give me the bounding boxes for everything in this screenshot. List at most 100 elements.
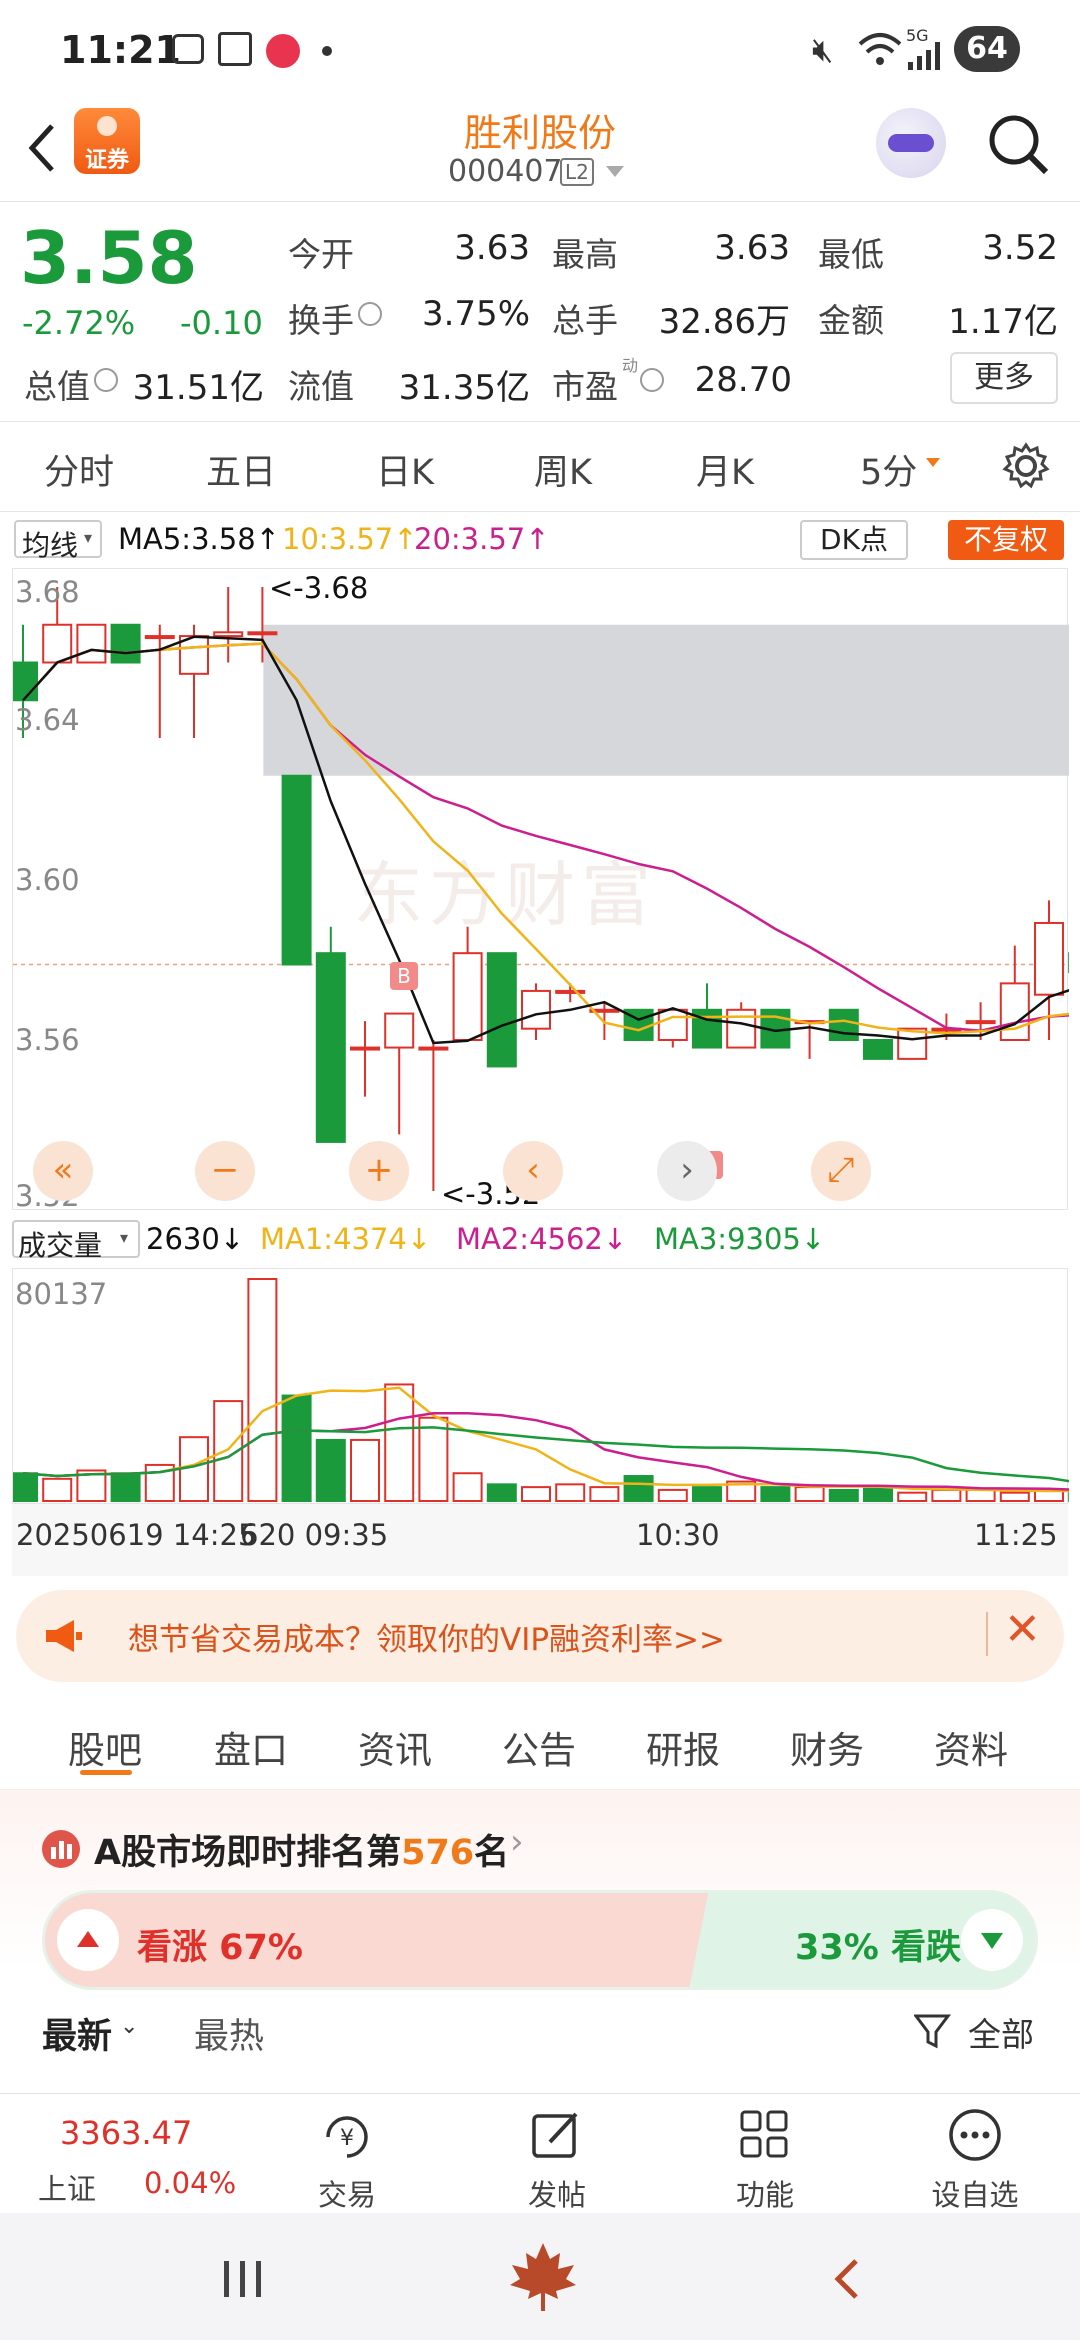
bullish-button[interactable] bbox=[57, 1909, 119, 1971]
candle bbox=[897, 1027, 928, 1060]
vol-ma3-arrow-icon: ↓ bbox=[800, 1222, 826, 1256]
tab-news[interactable]: 资讯 bbox=[358, 1720, 432, 1774]
nav-post[interactable]: 发帖 bbox=[482, 2094, 632, 2214]
ranking-prefix: A股市场即时排名第 bbox=[94, 1833, 402, 1873]
amount-label: 金额 bbox=[818, 301, 884, 340]
nav-trade[interactable]: ¥ 交易 bbox=[272, 2094, 422, 2214]
volume-chart[interactable]: 80137 bbox=[12, 1268, 1069, 1504]
code-dropdown-icon[interactable] bbox=[606, 166, 624, 178]
candle-body bbox=[315, 952, 346, 1143]
tab-5min[interactable]: 5分 bbox=[860, 444, 917, 495]
search-icon[interactable] bbox=[986, 112, 1052, 178]
apps-grid-icon bbox=[740, 2110, 788, 2158]
index-name[interactable]: 上证 bbox=[38, 2166, 96, 2208]
buy-marker-1[interactable]: B bbox=[390, 962, 418, 990]
mcap-info-icon[interactable] bbox=[94, 368, 118, 392]
nav-functions[interactable]: 功能 bbox=[690, 2094, 840, 2214]
system-back-icon[interactable] bbox=[832, 2257, 862, 2301]
down-triangle-icon bbox=[981, 1933, 1003, 1949]
tab-research[interactable]: 研报 bbox=[646, 1720, 720, 1774]
y-label-368: 3.68 bbox=[15, 575, 80, 609]
back-icon[interactable] bbox=[22, 118, 62, 178]
vol-ma2-text: MA2:4562 bbox=[456, 1222, 603, 1256]
ma-selector[interactable]: 均线 ▾ bbox=[14, 520, 102, 562]
candle-body bbox=[555, 989, 586, 994]
volume-bar bbox=[794, 1486, 825, 1502]
step-back-button[interactable]: ‹ bbox=[503, 1141, 563, 1201]
pe-info-icon[interactable] bbox=[640, 368, 664, 392]
ma10-legend-text: 10:3.57 bbox=[282, 522, 394, 556]
step-forward-button[interactable]: › bbox=[657, 1141, 717, 1201]
turnover-value: 3.75% bbox=[421, 294, 530, 334]
home-maple-leaf-icon[interactable] bbox=[508, 2241, 578, 2313]
zoom-out-button[interactable]: − bbox=[195, 1141, 255, 1201]
sentiment-bar[interactable]: 看涨 67% 33% 看跌 bbox=[42, 1890, 1038, 1990]
latest-dropdown-icon[interactable]: ⌄ bbox=[120, 2014, 138, 2039]
indicator-selector[interactable]: 成交量 ▾ bbox=[12, 1220, 140, 1262]
candle-body bbox=[486, 952, 517, 1068]
fullscreen-button[interactable]: ⤢ bbox=[811, 1141, 871, 1201]
gap-zone bbox=[263, 624, 1069, 776]
tab-announcements[interactable]: 公告 bbox=[502, 1720, 576, 1774]
adjust-button[interactable]: 不复权 bbox=[948, 520, 1064, 560]
tab-profile[interactable]: 资料 bbox=[934, 1720, 1008, 1774]
more-button[interactable]: 更多 bbox=[950, 352, 1058, 404]
change-percent: -2.72% bbox=[22, 304, 136, 342]
dk-point-button[interactable]: DK点 bbox=[800, 520, 908, 560]
mcap-label: 总值 bbox=[24, 367, 90, 406]
status-time: 11:21 bbox=[60, 28, 181, 72]
ranking-chart-icon bbox=[42, 1830, 80, 1868]
chart-settings-gear-icon[interactable] bbox=[1002, 442, 1050, 490]
ma-dropdown-icon: ▾ bbox=[84, 528, 93, 547]
amount-value: 1.17亿 bbox=[948, 302, 1058, 342]
nav-add-watchlist[interactable]: 设自选 bbox=[900, 2094, 1050, 2214]
filter-all-label[interactable]: 全部 bbox=[968, 2008, 1034, 2056]
ranking-chevron-icon[interactable]: › bbox=[510, 1822, 524, 1862]
tab-5min-dropdown-icon[interactable] bbox=[926, 458, 940, 468]
vol-ma1-arrow-icon: ↓ bbox=[406, 1222, 432, 1256]
scroll-left-button[interactable]: « bbox=[33, 1141, 93, 1201]
feed-hot-tab[interactable]: 最热 bbox=[194, 2008, 264, 2059]
tab-weekly-k[interactable]: 周K bbox=[534, 444, 592, 495]
content-tabs: 股吧 盘口 资讯 公告 研报 财务 资料 bbox=[0, 1690, 1080, 1790]
index-value[interactable]: 3363.47 bbox=[60, 2114, 192, 2152]
volume-bar bbox=[247, 1278, 278, 1502]
candle bbox=[418, 1040, 449, 1191]
zoom-in-button[interactable]: + bbox=[349, 1141, 409, 1201]
change-amount: -0.10 bbox=[180, 304, 263, 342]
time-label-start: 20250619 14:25 bbox=[16, 1518, 257, 1552]
index-change[interactable]: 0.04% bbox=[144, 2166, 236, 2200]
tab-intraday[interactable]: 分时 bbox=[44, 444, 114, 495]
vol-max-label: 80137 bbox=[15, 1277, 108, 1311]
assistant-robot-icon[interactable] bbox=[876, 108, 946, 178]
close-icon[interactable]: ✕ bbox=[1004, 1604, 1041, 1655]
feed-latest-tab[interactable]: 最新 bbox=[42, 2008, 112, 2059]
shop-icon bbox=[266, 34, 300, 68]
ma20-arrow-icon: ↑ bbox=[525, 522, 550, 556]
volume-bar bbox=[828, 1488, 859, 1502]
vol-current: 2630↓ bbox=[146, 1222, 244, 1256]
volume-bar bbox=[521, 1486, 551, 1502]
tab-daily-k[interactable]: 日K bbox=[376, 444, 434, 495]
kline-chart[interactable]: 东方财富 3.68 3.64 3.60 3.56 3.52 <-3.68 <-3… bbox=[12, 568, 1069, 1213]
float-label: 流值 bbox=[288, 367, 354, 406]
battery-indicator: 64 bbox=[954, 26, 1020, 72]
forum-section: A股市场即时排名第576名 › 看涨 67% 33% 看跌 最新 ⌄ 最热 全部 bbox=[0, 1790, 1080, 2090]
nav-post-label: 发帖 bbox=[527, 2178, 586, 2212]
time-label-start-tail: 620 09:35 bbox=[240, 1518, 389, 1552]
tab-forum[interactable]: 股吧 bbox=[68, 1720, 142, 1774]
brokerage-logo[interactable]: 证券 bbox=[74, 108, 140, 174]
ranking-text[interactable]: A股市场即时排名第576名 bbox=[94, 1824, 509, 1875]
tab-finance[interactable]: 财务 bbox=[790, 1720, 864, 1774]
tab-monthly-k[interactable]: 月K bbox=[696, 444, 754, 495]
tab-order-book[interactable]: 盘口 bbox=[214, 1720, 288, 1774]
filter-icon[interactable] bbox=[914, 2012, 954, 2052]
recent-apps-icon[interactable] bbox=[222, 2259, 264, 2299]
promo-banner[interactable]: 想节省交易成本？领取你的VIP融资利率>> ✕ bbox=[16, 1590, 1064, 1682]
bearish-button[interactable] bbox=[961, 1909, 1023, 1971]
tab-five-day[interactable]: 五日 bbox=[206, 444, 276, 495]
turnover-info-icon[interactable] bbox=[358, 302, 382, 326]
candle-body bbox=[1034, 921, 1064, 996]
promo-text[interactable]: 想节省交易成本？领取你的VIP融资利率>> bbox=[128, 1614, 725, 1659]
nav-trade-label: 交易 bbox=[317, 2178, 376, 2212]
